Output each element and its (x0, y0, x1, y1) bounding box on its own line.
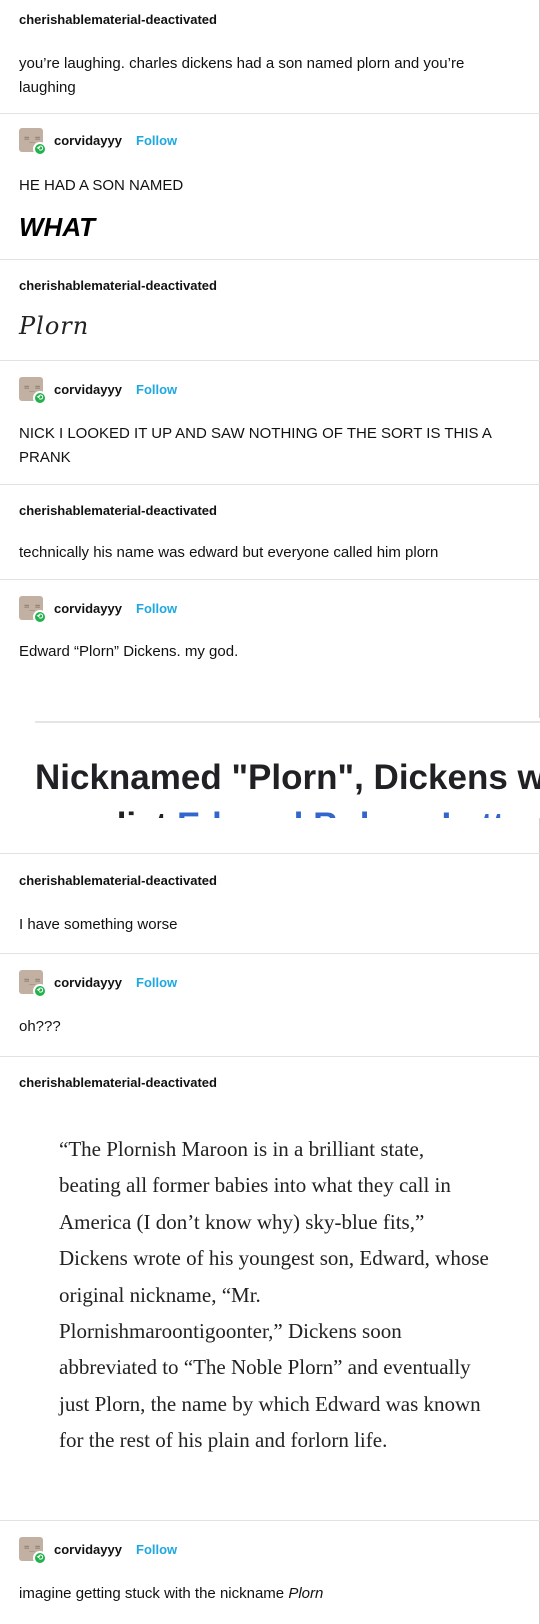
avatar-icon[interactable]: =_= ⟲ (19, 970, 47, 998)
follow-button[interactable]: Follow (136, 975, 177, 990)
screenshot-headline: Nicknamed "Plorn", Dickens w (35, 758, 540, 797)
avatar-icon[interactable]: =_= ⟲ (19, 1537, 47, 1565)
post-reblog-5: =_= ⟲ corvidayyy Follow imagine getting … (0, 1521, 540, 1624)
post-op-4: cherishablematerial-deactivated I have s… (0, 854, 540, 954)
post-reblog-1: =_= ⟲ corvidayyy Follow HE HAD A SON NAM… (0, 114, 540, 260)
post-op-3: cherishablematerial-deactivated technica… (0, 485, 540, 580)
post-op-1: cherishablematerial-deactivated you’re l… (0, 0, 540, 114)
post-reblog-3: =_= ⟲ corvidayyy Follow Edward “Plorn” D… (0, 580, 540, 854)
reblog-icon: ⟲ (33, 1551, 47, 1565)
book-quote-image: “The Plornish Maroon is in a brilliant s… (59, 1137, 489, 1453)
post-text: you’re laughing. charles dickens had a s… (19, 55, 465, 96)
post-text: HE HAD A SON NAMED (19, 177, 184, 194)
post-text: oh??? (19, 1018, 61, 1035)
post-text-italic: Plorn (288, 1585, 324, 1602)
screenshot-divider (35, 721, 540, 723)
username-reblogger[interactable]: corvidayyy (54, 382, 122, 397)
avatar-icon[interactable]: =_= ⟲ (19, 377, 47, 405)
username-reblogger[interactable]: corvidayyy (54, 975, 122, 990)
follow-button[interactable]: Follow (136, 382, 177, 397)
username-reblogger[interactable]: corvidayyy (54, 133, 122, 148)
follow-button[interactable]: Follow (136, 601, 177, 616)
embedded-screenshot: Nicknamed "Plorn", Dickens w novelist Ed… (0, 718, 540, 818)
post-text-prefix: imagine getting stuck with the nickname (19, 1585, 289, 1602)
avatar-icon[interactable]: =_= ⟲ (19, 128, 47, 156)
screenshot-subline: novelist Edward Bulwer-Lytto (35, 806, 526, 818)
reblog-thread: cherishablematerial-deactivated you’re l… (0, 0, 540, 1624)
follow-button[interactable]: Follow (136, 133, 177, 148)
post-reblog-2: =_= ⟲ corvidayyy Follow NICK I LOOKED IT… (0, 361, 540, 485)
username-op[interactable]: cherishablematerial-deactivated (19, 12, 217, 27)
reblog-icon: ⟲ (33, 142, 47, 156)
reblog-icon: ⟲ (33, 391, 47, 405)
post-emphasis: WHAT (19, 212, 96, 242)
screenshot-sub-prefix: novelist (35, 806, 177, 818)
username-op[interactable]: cherishablematerial-deactivated (19, 873, 217, 888)
post-text: I have something worse (19, 916, 178, 933)
post-reblog-4: =_= ⟲ corvidayyy Follow oh??? (0, 954, 540, 1057)
username-op[interactable]: cherishablematerial-deactivated (19, 1075, 217, 1090)
post-text: technically his name was edward but ever… (19, 544, 439, 561)
post-script-text: Plorn (19, 312, 90, 340)
reblog-icon: ⟲ (33, 984, 47, 998)
username-op[interactable]: cherishablematerial-deactivated (19, 503, 217, 518)
username-reblogger[interactable]: corvidayyy (54, 601, 122, 616)
username-op[interactable]: cherishablematerial-deactivated (19, 278, 217, 293)
username-reblogger[interactable]: corvidayyy (54, 1542, 122, 1557)
follow-button[interactable]: Follow (136, 1542, 177, 1557)
avatar-icon[interactable]: =_= ⟲ (19, 596, 47, 624)
post-text: NICK I LOOKED IT UP AND SAW NOTHING OF T… (19, 425, 492, 466)
post-text: imagine getting stuck with the nickname … (19, 1582, 519, 1606)
reblog-icon: ⟲ (33, 610, 47, 624)
post-text: Edward “Plorn” Dickens. my god. (19, 643, 239, 660)
screenshot-link: Edward Bulwer-Lytto (177, 806, 526, 818)
post-op-2: cherishablematerial-deactivated Plorn (0, 260, 540, 361)
post-op-5: cherishablematerial-deactivated “The Plo… (0, 1057, 540, 1521)
